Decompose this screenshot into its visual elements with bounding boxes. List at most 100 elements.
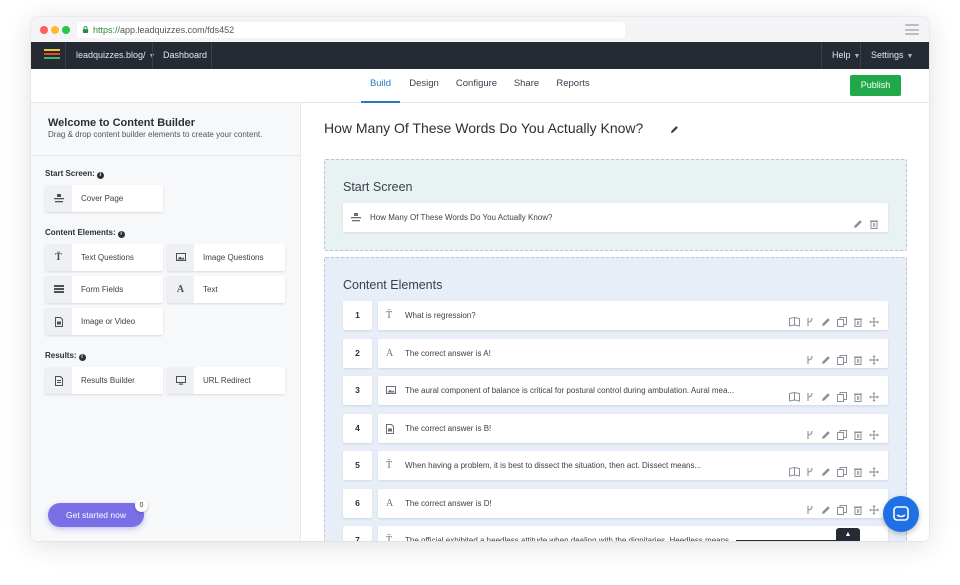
browser-menu-icon[interactable] <box>905 24 919 35</box>
text-tile[interactable]: A Text <box>167 276 285 303</box>
content-elements-title: Content Elements <box>343 278 443 292</box>
get-started-button[interactable]: Get started now <box>48 503 144 527</box>
duplicate-icon[interactable] <box>837 348 848 365</box>
content-element-row[interactable]: T̄ The official exhibited a heedless atti… <box>378 526 888 541</box>
trash-icon[interactable] <box>853 498 864 515</box>
tile-label: URL Redirect <box>203 376 251 385</box>
chat-launcher-button[interactable] <box>883 496 919 532</box>
nav-divider <box>211 42 212 69</box>
tab-share[interactable]: Share <box>512 69 541 103</box>
content-elements-dropzone[interactable]: Content Elements 1 T̄ What is regression? 2… <box>324 257 907 541</box>
info-icon[interactable]: i <box>78 354 86 361</box>
dashboard-link[interactable]: Dashboard <box>152 42 217 69</box>
edit-pencil-icon[interactable] <box>821 498 832 514</box>
maximize-window-dot[interactable] <box>62 26 70 34</box>
content-element-text: The aural component of balance is critic… <box>405 386 735 395</box>
edit-title-pencil-icon[interactable] <box>670 125 679 134</box>
info-icon[interactable]: i <box>117 231 125 238</box>
row-actions <box>805 498 880 515</box>
text-questions-tile[interactable]: T̄ Text Questions <box>45 244 163 271</box>
settings-menu[interactable]: Settings ▼ <box>860 42 923 69</box>
content-element-row[interactable]: A The correct answer is A! <box>378 338 888 368</box>
start-screen-dropzone[interactable]: Start Screen How Many Of These Words Do … <box>324 159 907 251</box>
content-builder-sidebar: Welcome to Content Builder Drag & drop c… <box>31 103 301 541</box>
explanation-book-icon[interactable] <box>789 385 800 402</box>
drag-move-icon[interactable] <box>869 423 880 440</box>
cover-page-tile[interactable]: Cover Page <box>45 185 163 212</box>
quiz-title: How Many Of These Words Do You Actually … <box>324 120 644 136</box>
duplicate-icon[interactable] <box>837 385 848 402</box>
branching-logic-icon[interactable] <box>805 385 816 401</box>
duplicate-icon[interactable] <box>837 460 848 477</box>
scroll-up-button[interactable]: ▲ <box>836 528 860 541</box>
text-icon: A <box>386 497 394 509</box>
edit-pencil-icon[interactable] <box>821 310 832 326</box>
publish-button[interactable]: Publish <box>850 75 901 96</box>
content-element-row[interactable]: A The correct answer is D! <box>378 488 888 518</box>
tab-design[interactable]: Design <box>407 69 441 103</box>
sidebar-header: Welcome to Content Builder Drag & drop c… <box>31 103 300 156</box>
branching-logic-icon[interactable] <box>805 348 816 364</box>
edit-pencil-icon[interactable] <box>853 212 864 228</box>
row-actions <box>789 385 880 402</box>
content-element-text: When having a problem, it is best to dis… <box>405 461 702 470</box>
row-number: 5 <box>343 451 372 480</box>
trash-icon[interactable] <box>853 423 864 440</box>
branching-logic-icon[interactable] <box>805 310 816 326</box>
chevron-down-icon: ▼ <box>906 53 914 60</box>
content-element-row[interactable]: The aural component of balance is critic… <box>378 376 888 405</box>
drag-move-icon[interactable] <box>869 498 880 515</box>
close-window-dot[interactable] <box>40 26 48 34</box>
edit-pencil-icon[interactable] <box>821 423 832 439</box>
drag-move-icon[interactable] <box>869 385 880 402</box>
leadquizzes-logo-icon[interactable] <box>44 49 60 61</box>
builder-tabs: Build Design Configure Share Reports <box>31 69 929 103</box>
content-elements-section-label: Content Elements: i <box>45 228 125 238</box>
content-element-row[interactable]: T̄ When having a problem, it is best to d… <box>378 451 888 480</box>
image-questions-tile[interactable]: Image Questions <box>167 244 285 271</box>
edit-pencil-icon[interactable] <box>821 385 832 401</box>
trash-icon[interactable] <box>853 310 864 327</box>
branching-logic-icon[interactable] <box>805 460 816 476</box>
form-fields-tile[interactable]: Form Fields <box>45 276 163 303</box>
start-screen-item-text: How Many Of These Words Do You Actually … <box>370 213 553 222</box>
edit-pencil-icon[interactable] <box>821 460 832 476</box>
trash-icon[interactable] <box>869 212 880 229</box>
start-screen-item[interactable]: How Many Of These Words Do You Actually … <box>343 203 888 232</box>
duplicate-icon[interactable] <box>837 498 848 515</box>
url-redirect-tile[interactable]: URL Redirect <box>167 367 285 394</box>
drag-move-icon[interactable] <box>869 310 880 327</box>
tab-build[interactable]: Build <box>361 69 400 103</box>
trash-icon[interactable] <box>853 385 864 402</box>
duplicate-icon[interactable] <box>837 423 848 440</box>
edit-pencil-icon[interactable] <box>821 348 832 364</box>
address-bar[interactable]: https://app.leadquizzes.com/fds452 <box>77 22 625 38</box>
text-question-icon: T̄ <box>386 535 393 541</box>
branching-logic-icon[interactable] <box>805 498 816 514</box>
drag-move-icon[interactable] <box>869 460 880 477</box>
trash-icon[interactable] <box>853 460 864 477</box>
content-element-row[interactable]: The correct answer is B! <box>378 413 888 443</box>
scroll-indicator-line <box>736 540 836 541</box>
sidebar-title: Welcome to Content Builder <box>48 117 196 129</box>
results-builder-tile[interactable]: Results Builder <box>45 367 163 394</box>
drag-move-icon[interactable] <box>869 348 880 365</box>
tile-label: Image or Video <box>81 317 136 326</box>
tab-configure[interactable]: Configure <box>454 69 499 103</box>
duplicate-icon[interactable] <box>837 310 848 327</box>
site-selector[interactable]: leadquizzes.blog/▼ <box>65 42 166 69</box>
trash-icon[interactable] <box>853 348 864 365</box>
minimize-window-dot[interactable] <box>51 26 59 34</box>
explanation-book-icon[interactable] <box>789 310 800 327</box>
explanation-book-icon[interactable] <box>789 460 800 477</box>
content-element-row[interactable]: T̄ What is regression? <box>378 301 888 330</box>
drag-move-icon[interactable] <box>869 535 880 541</box>
branching-logic-icon[interactable] <box>805 423 816 439</box>
start-item-actions <box>853 212 880 229</box>
tab-reports[interactable]: Reports <box>554 69 592 103</box>
info-icon[interactable]: i <box>96 172 104 179</box>
text-icon: A <box>167 276 194 303</box>
row-number: 4 <box>343 413 372 443</box>
tile-label: Text Questions <box>81 253 134 262</box>
image-video-tile[interactable]: Image or Video <box>45 308 163 335</box>
